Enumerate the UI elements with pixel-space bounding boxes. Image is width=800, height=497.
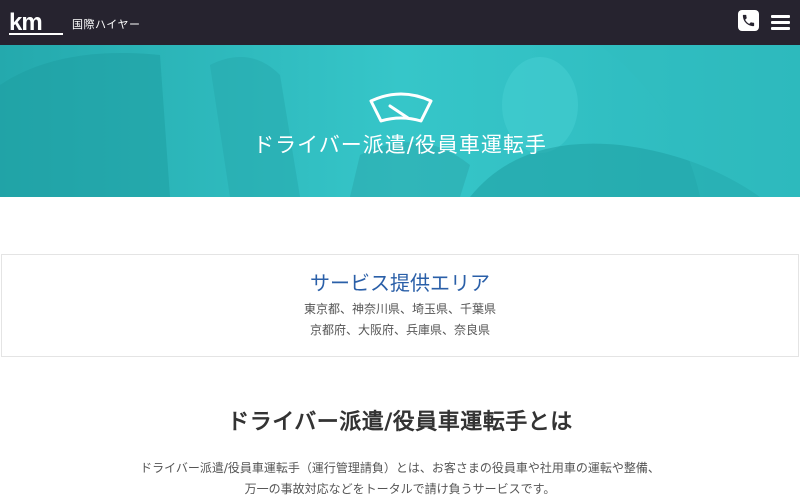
phone-button[interactable] — [738, 10, 759, 31]
service-area-title: サービス提供エリア — [310, 271, 490, 295]
windshield-wiper-icon — [369, 92, 433, 123]
brand-name: 国際ハイヤー — [72, 18, 141, 31]
hero-title: ドライバー派遣/役員車運転手 — [253, 133, 547, 157]
hero-banner: ドライバー派遣/役員車運転手 — [0, 45, 800, 197]
svg-text:km: km — [9, 10, 42, 36]
service-area-box: サービス提供エリア 東京都、神奈川県、埼玉県、千葉県 京都府、大阪府、兵庫県、奈… — [1, 254, 799, 357]
menu-button[interactable] — [771, 15, 790, 30]
about-description-line-2: 万一の事故対応などをトータルで請け負うサービスです。 — [244, 482, 556, 496]
service-area-line-2: 京都府、大阪府、兵庫県、奈良県 — [309, 323, 490, 337]
top-header: km 国際ハイヤー — [0, 0, 800, 45]
km-logo: km — [9, 10, 63, 36]
about-section-title: ドライバー派遣/役員車運転手とは — [227, 410, 573, 435]
service-area-line-1: 東京都、神奈川県、埼玉県、千葉県 — [303, 302, 496, 316]
about-description-line-1: ドライバー派遣/役員車運転手（運行管理請負）とは、お客さまの役員車や社用車の運転… — [140, 461, 660, 475]
hamburger-menu-icon — [771, 15, 790, 18]
phone-icon — [742, 14, 755, 27]
